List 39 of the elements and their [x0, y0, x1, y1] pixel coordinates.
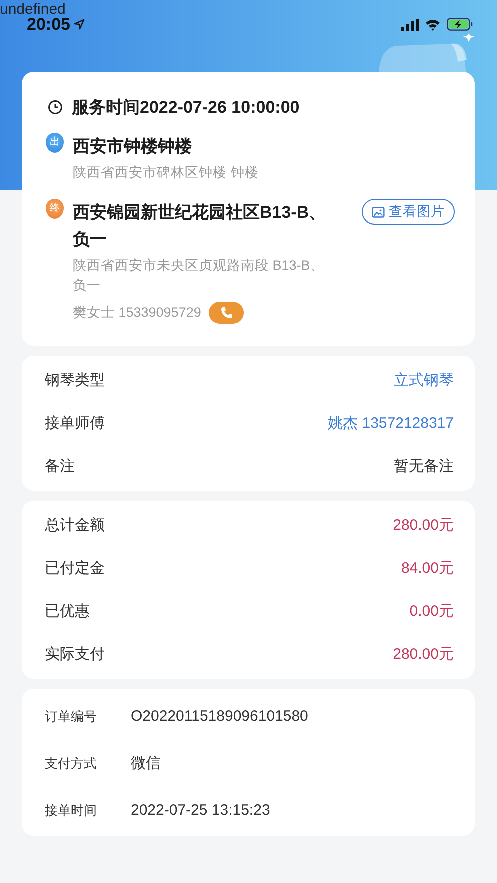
detail-link[interactable]: 立式钢琴 [394, 371, 454, 390]
amount-value: 280.00元 [393, 516, 454, 535]
place-name: 西安锦园新世纪花园社区B13-B、负一 [73, 202, 328, 251]
row-label: 订单编号 [45, 708, 98, 726]
signal-icon [401, 18, 419, 30]
amount-value: 0.00元 [410, 602, 454, 621]
contact-name-phone: 樊女士 15339095729 [73, 304, 202, 322]
service-time: 服务时间2022-07-26 10:00:00 [72, 97, 300, 119]
info-value: O20220115189096101580 [131, 708, 308, 725]
detail-link[interactable]: 姚杰 13572128317 [328, 414, 454, 433]
overlay-text: undefined [0, 2, 66, 18]
wifi-icon [425, 18, 441, 30]
row-label: 总计金额 [45, 516, 105, 535]
row-label: 接单时间 [45, 802, 98, 820]
row-label: 已付定金 [45, 559, 105, 578]
amount-value: 84.00元 [401, 559, 454, 578]
detail-value: 暂无备注 [394, 457, 454, 476]
row-label: 钢琴类型 [45, 371, 105, 390]
map-pin-icon: 终 [46, 199, 64, 219]
place-address: 陕西省西安市碑林区钟楼 钟楼 [73, 164, 260, 182]
info-value: 2022-07-25 13:15:23 [131, 802, 270, 819]
status-time: 20:05 [27, 15, 70, 34]
view-photos-button[interactable]: 查看图片 [362, 199, 455, 225]
battery-charging-icon [447, 18, 473, 31]
amount-value: 280.00元 [393, 645, 454, 664]
place-address: 陕西省西安市未央区贞观路南段 B13-B、负一 [73, 257, 326, 295]
map-pin-icon: 出 [46, 133, 64, 153]
call-button[interactable] [209, 302, 244, 324]
row-label: 已优惠 [45, 602, 90, 621]
image-icon [372, 206, 385, 218]
location-arrow-icon [74, 19, 86, 30]
row-label: 备注 [45, 457, 75, 476]
row-label: 实际支付 [45, 645, 105, 664]
clock-icon [48, 100, 63, 115]
row-label: 接单师傅 [45, 414, 105, 433]
row-label: 支付方式 [45, 754, 98, 772]
info-value: 微信 [131, 754, 161, 773]
phone-icon [220, 306, 234, 320]
place-name: 西安市钟楼钟楼 [73, 136, 193, 158]
